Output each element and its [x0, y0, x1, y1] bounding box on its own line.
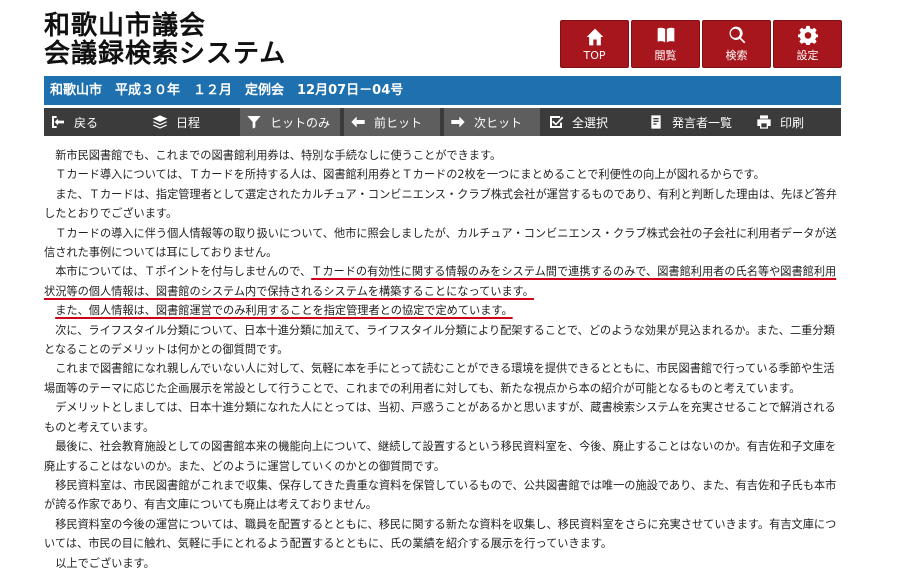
- paragraph: また、個人情報は、図書館運営でのみ利用することを指定管理者との協定で定めています…: [44, 301, 844, 320]
- toolbar: 戻る 日程 ヒットのみ 前ヒット 次ヒット 全選択 発言者一覧 印刷: [44, 108, 841, 136]
- checkbox-icon: [550, 116, 564, 128]
- schedule-button[interactable]: 日程: [146, 108, 238, 136]
- paragraph: 以上でございます。: [55, 556, 155, 570]
- hits-only-button[interactable]: ヒットのみ: [240, 108, 340, 136]
- underlined-text: また、個人情報は、図書館運営でのみ利用することを指定管理者との協定で定めています…: [55, 304, 513, 318]
- site-header: 和歌山市議会 会議録検索システム TOP 閲覧 検索 設定: [0, 0, 900, 76]
- print-button-label: 印刷: [780, 115, 805, 130]
- paragraph: 次に、ライフスタイル分類について、日本十進分類に加えて、ライフスタイル分類により…: [44, 323, 835, 357]
- browse-button[interactable]: 閲覧: [631, 20, 700, 68]
- next-hit-button-label: 次ヒット: [474, 115, 523, 130]
- select-all-button[interactable]: 全選択: [542, 108, 642, 136]
- back-button[interactable]: 戻る: [44, 108, 146, 136]
- minutes-text: 新市民図書館でも、これまでの図書館利用券は、特別な手続なしに使うことができます。…: [44, 146, 844, 570]
- top-button[interactable]: TOP: [560, 20, 629, 68]
- print-button[interactable]: 印刷: [750, 108, 830, 136]
- filter-icon: [247, 116, 261, 129]
- arrow-right-icon: [451, 116, 465, 128]
- speaker-list-button-label: 発言者一覧: [672, 115, 733, 130]
- prev-hit-button-label: 前ヒット: [374, 115, 423, 130]
- search-icon: [729, 26, 745, 44]
- prev-hit-button[interactable]: 前ヒット: [344, 108, 440, 136]
- paragraph: 移民資料室の今後の運営については、職員を配置するとともに、移民に関する新たな資料…: [44, 517, 837, 551]
- paragraph-text: 本市については、Ｔポイントを付与しませんので、: [55, 265, 312, 279]
- layers-icon: [152, 115, 168, 129]
- paragraph: 最後に、社会教育施設としての図書館本来の機能向上について、継続して設置するという…: [44, 440, 837, 473]
- site-title-line2: 会議録検索システム: [44, 39, 287, 69]
- top-navigation: TOP 閲覧 検索 設定: [560, 20, 842, 68]
- paragraph: Ｔカード導入については、Ｔカードを所持する人は、図書館利用券とＴカードの2枚を一…: [55, 168, 765, 182]
- schedule-button-label: 日程: [176, 115, 201, 130]
- site-title-line1: 和歌山市議会: [44, 11, 207, 41]
- home-icon: [586, 28, 603, 45]
- document-icon: [651, 115, 661, 129]
- settings-button[interactable]: 設定: [773, 20, 842, 68]
- paragraph: Ｔカードの導入に伴う個人情報等の取り扱いについて、他市に照会しましたが、カルチュ…: [44, 226, 837, 260]
- paragraph: 移民資料室は、市民図書館がこれまで収集、保存してきた貴重な資料を保管しているもの…: [44, 478, 837, 512]
- site-logo[interactable]: 和歌山市議会 会議録検索システム: [44, 12, 286, 68]
- hits-only-button-label: ヒットのみ: [270, 115, 331, 130]
- browse-button-label: 閲覧: [654, 49, 677, 62]
- gear-icon: [797, 25, 818, 45]
- paragraph: 本市については、Ｔポイントを付与しませんので、Ｔカードの有効性に関する情報のみを…: [44, 262, 844, 301]
- back-arrow-icon: [52, 116, 64, 128]
- back-button-label: 戻る: [74, 115, 99, 130]
- speaker-list-button[interactable]: 発言者一覧: [642, 108, 750, 136]
- paragraph: これまで図書館になれ親しんでいない人に対して、気軽に本を手にとって読むことができ…: [44, 362, 835, 395]
- settings-button-label: 設定: [796, 49, 819, 62]
- select-all-button-label: 全選択: [572, 115, 609, 130]
- meeting-info-bar: 和歌山市 平成３０年 １２月 定例会 12月07日－04号: [44, 76, 841, 105]
- printer-icon: [757, 115, 771, 129]
- book-icon: [657, 27, 674, 43]
- search-button-label: 検索: [725, 49, 748, 62]
- next-hit-button[interactable]: 次ヒット: [444, 108, 540, 136]
- paragraph: 新市民図書館でも、これまでの図書館利用券は、特別な手続なしに使うことができます。: [55, 149, 502, 162]
- paragraph: デメリットとしましては、日本十進分類になれた人にとっては、当初、戸惑うことがある…: [44, 401, 836, 434]
- search-button[interactable]: 検索: [702, 20, 771, 68]
- arrow-left-icon: [351, 116, 365, 128]
- top-button-label: TOP: [583, 48, 606, 62]
- paragraph: また、Ｔカードは、指定管理者として選定されたカルチュア・コンビニエンス・クラブ株…: [44, 187, 837, 221]
